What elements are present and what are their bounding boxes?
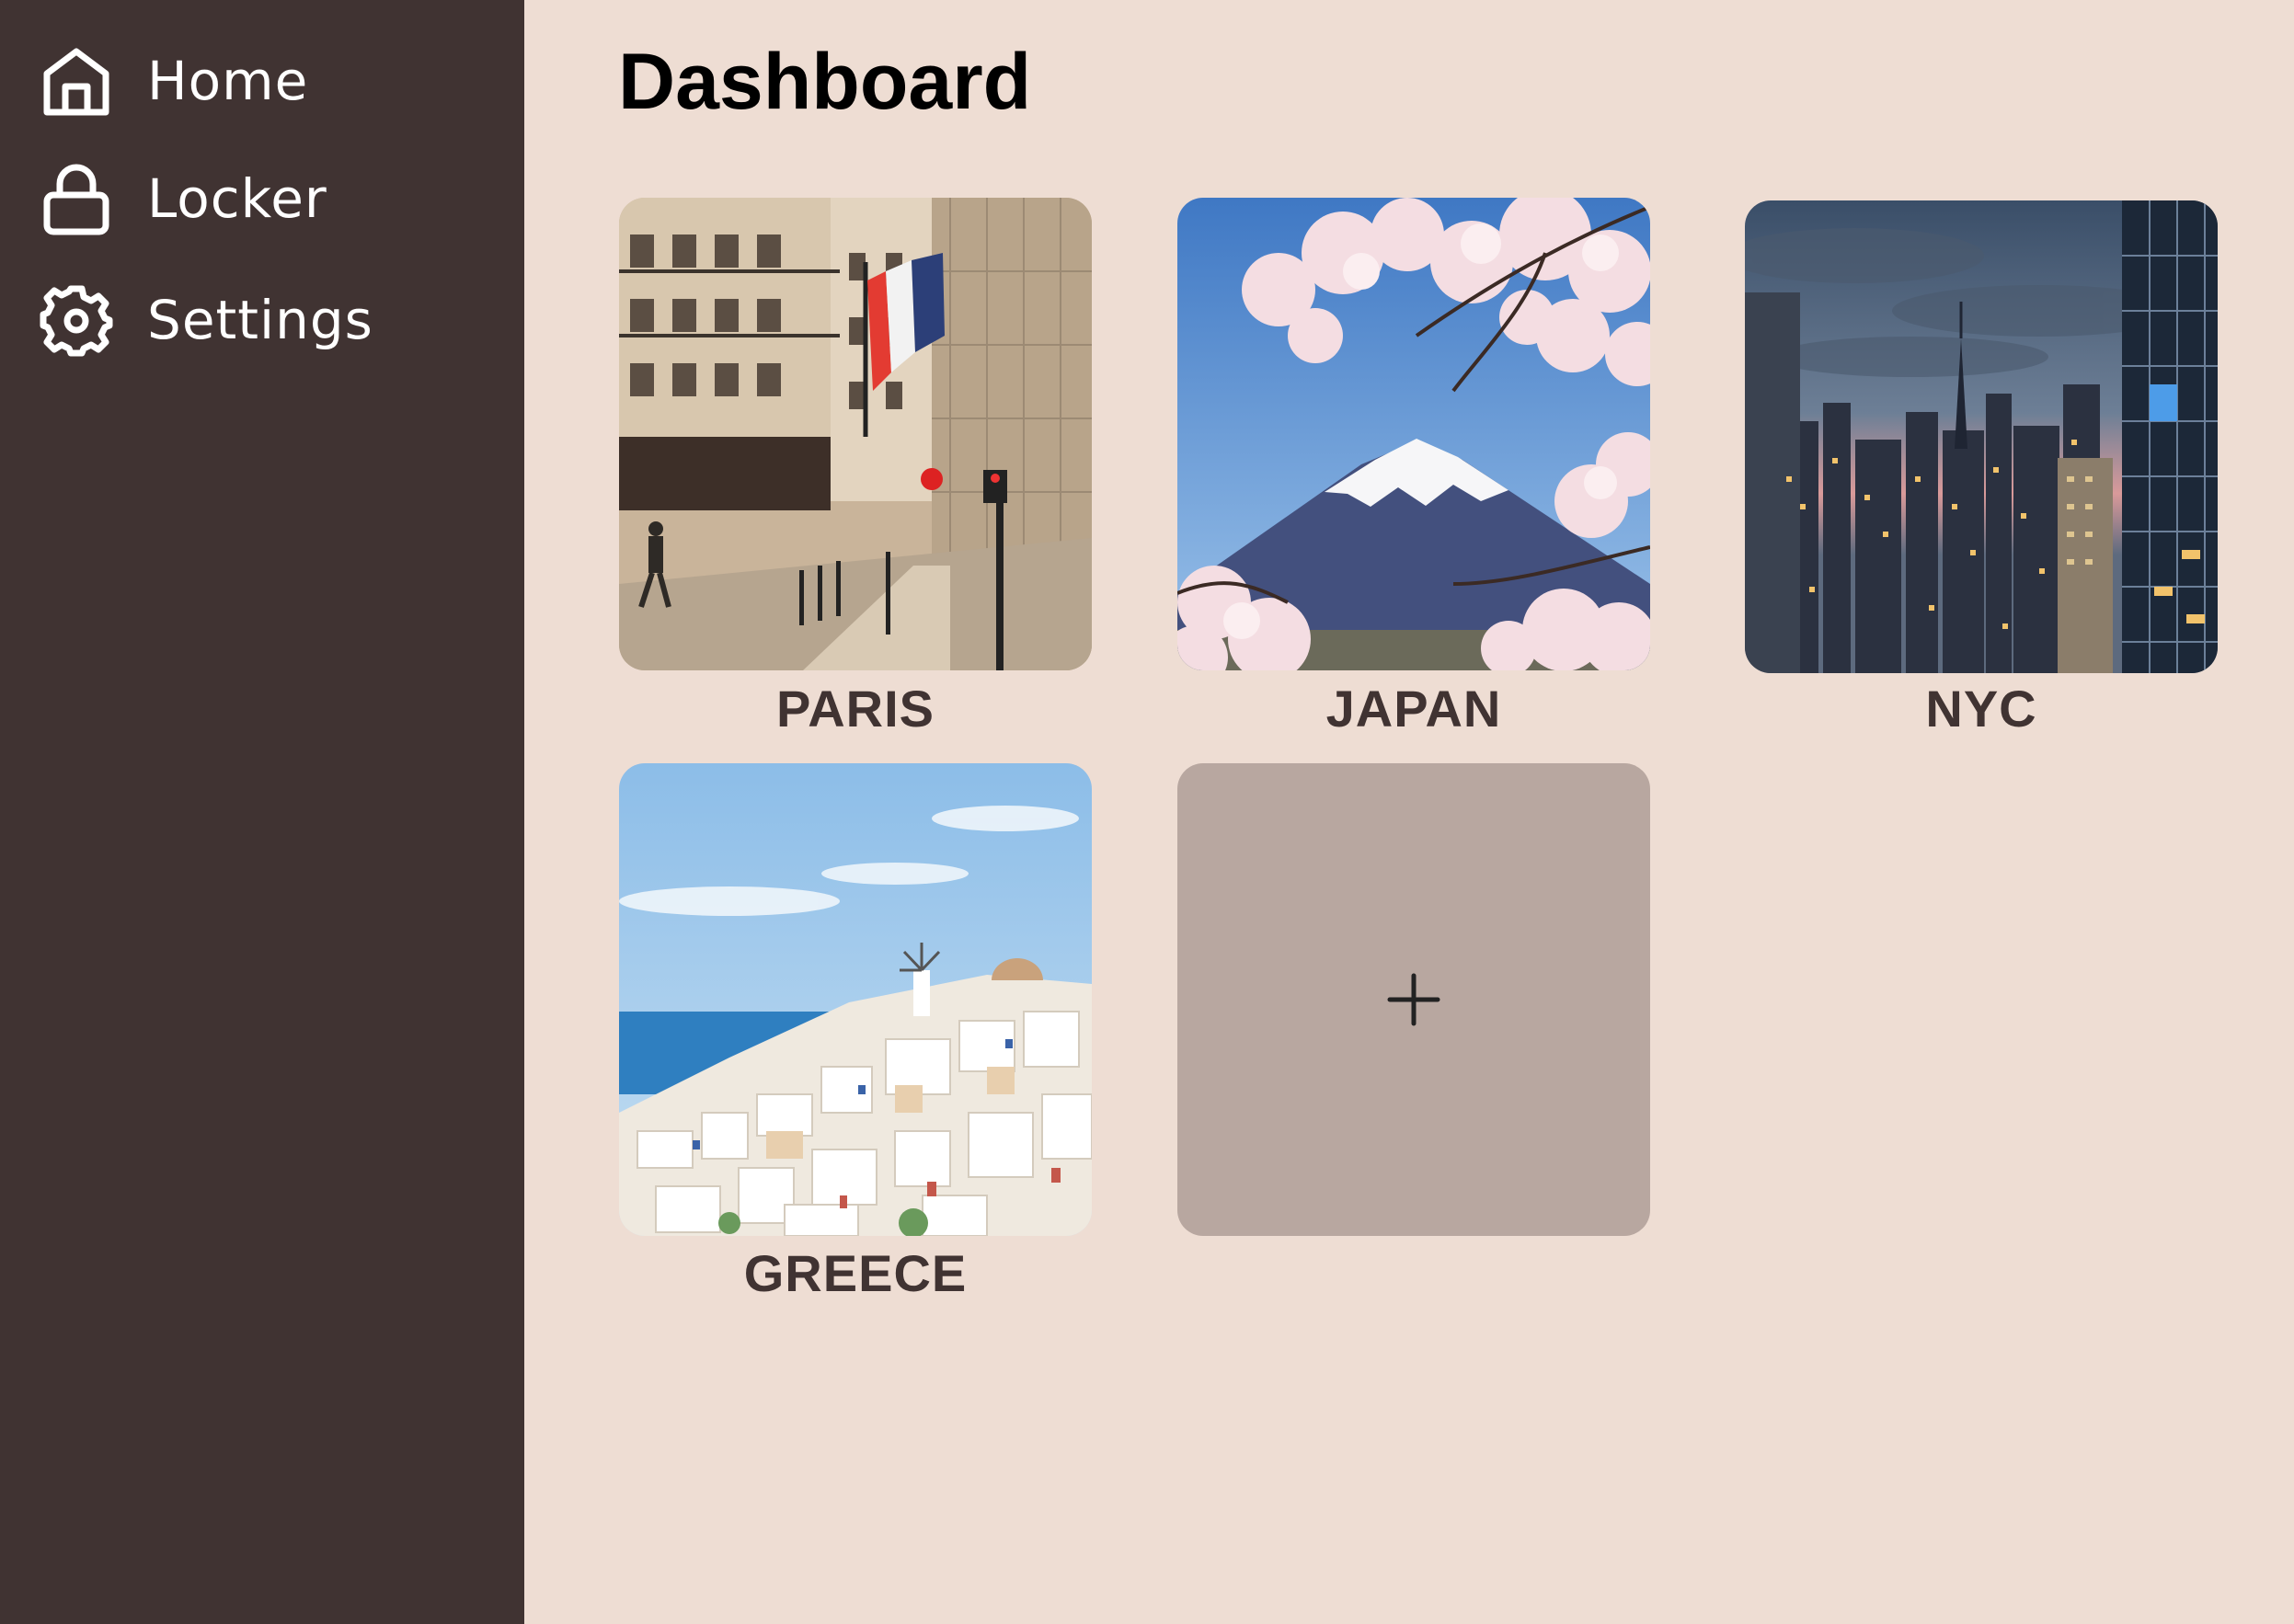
lock-icon [37, 159, 116, 238]
sidebar: Home Locker Settings [0, 0, 524, 1624]
destination-card-paris[interactable] [619, 198, 1092, 670]
destination-label: JAPAN [1325, 680, 1502, 738]
gear-icon [37, 280, 116, 360]
page-title: Dashboard [618, 38, 1032, 126]
app: Home Locker Settings Dashboard PARIS JAP… [0, 0, 2294, 1624]
sidebar-item-label: Home [147, 50, 309, 112]
sidebar-item-label: Settings [147, 289, 373, 351]
destination-label: GREECE [743, 1244, 968, 1302]
home-icon [37, 41, 116, 120]
plus-icon [1387, 973, 1440, 1026]
add-destination-button[interactable] [1177, 763, 1650, 1236]
destination-label: PARIS [776, 680, 935, 738]
sidebar-item-home[interactable]: Home [37, 35, 478, 127]
greece-image [619, 763, 1092, 1236]
japan-image [1177, 198, 1650, 670]
destination-card-japan[interactable] [1177, 198, 1650, 670]
sidebar-item-locker[interactable]: Locker [37, 153, 478, 245]
destination-card-nyc[interactable] [1745, 200, 2218, 673]
paris-image [619, 198, 1092, 670]
nyc-image [1745, 200, 2218, 673]
sidebar-item-settings[interactable]: Settings [37, 274, 478, 366]
sidebar-item-label: Locker [147, 167, 327, 230]
destination-card-greece[interactable] [619, 763, 1092, 1236]
destination-label: NYC [1925, 680, 2037, 738]
